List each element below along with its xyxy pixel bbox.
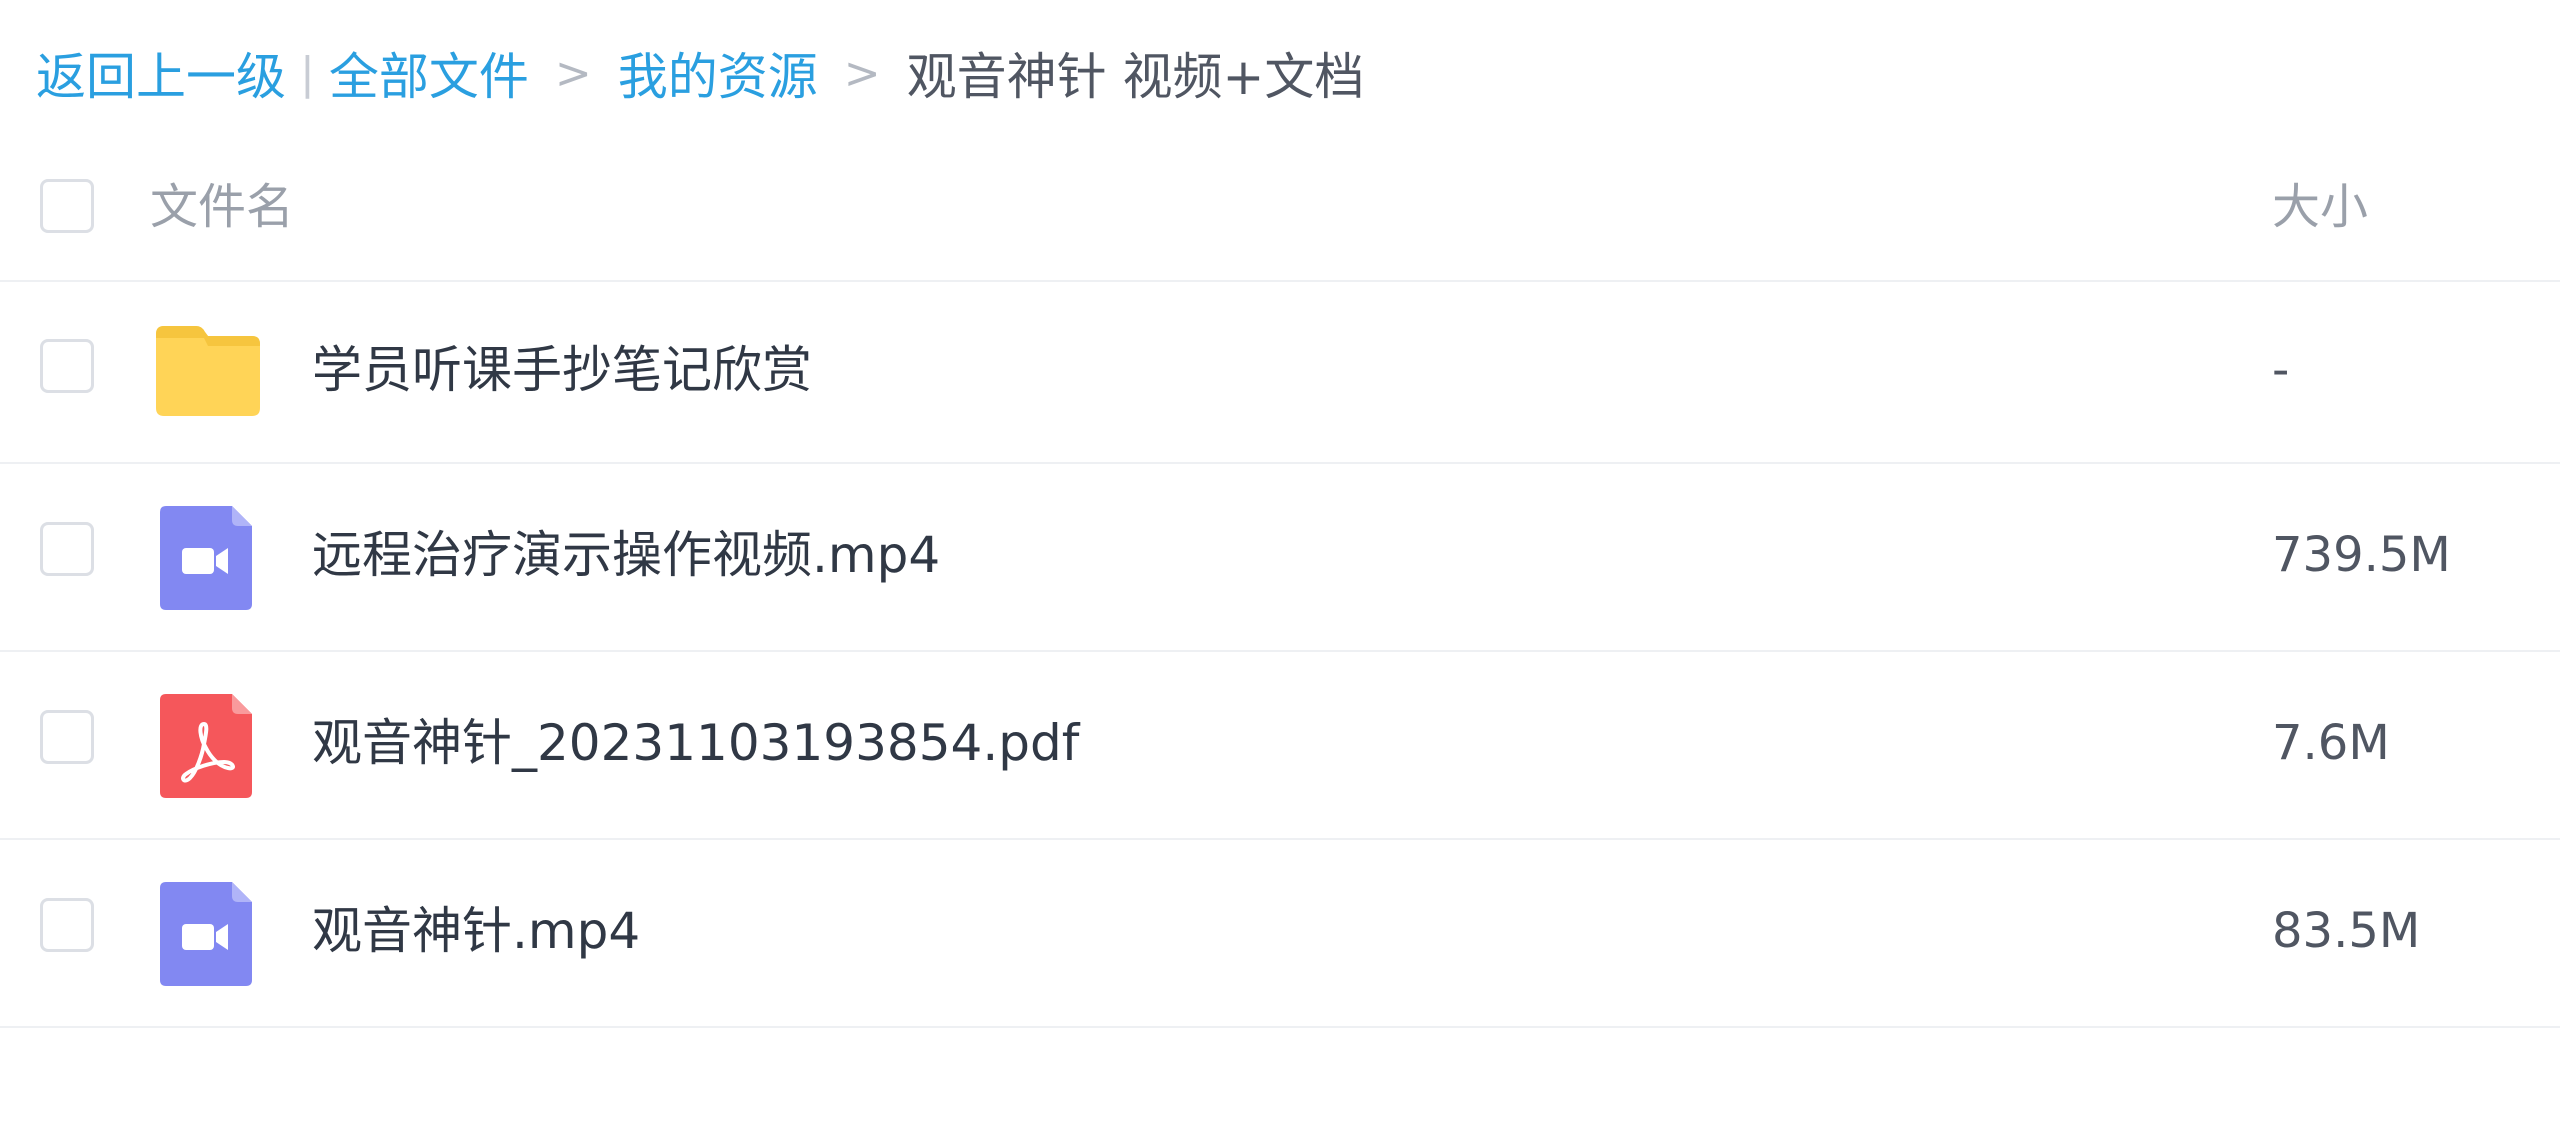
file-row[interactable]: 学员听课手抄笔记欣赏 -: [0, 282, 2560, 464]
file-size: 739.5M: [2272, 527, 2451, 583]
video-file-icon: [152, 506, 264, 610]
breadcrumb-current: 观音神针 视频+文档: [906, 48, 1365, 106]
file-row[interactable]: 观音神针.mp4 83.5M: [0, 840, 2560, 1028]
file-size: 83.5M: [2272, 903, 2421, 959]
column-header-size[interactable]: 大小: [2272, 172, 2368, 242]
video-file-icon: [152, 882, 264, 986]
file-browser: 返回上一级 | 全部文件 > 我的资源 > 观音神针 视频+文档 文件名 大小 …: [0, 0, 2560, 1131]
breadcrumb-separator: >: [554, 47, 592, 99]
column-header-name[interactable]: 文件名: [150, 172, 294, 242]
file-name[interactable]: 远程治疗演示操作视频.mp4: [312, 520, 940, 590]
breadcrumb: 返回上一级 | 全部文件 > 我的资源 > 观音神针 视频+文档: [36, 38, 1364, 108]
breadcrumb-separator: >: [843, 47, 881, 99]
pdf-file-icon: [152, 694, 264, 798]
select-all-checkbox[interactable]: [40, 179, 94, 233]
file-row[interactable]: 观音神针_20231103193854.pdf 7.6M: [0, 652, 2560, 840]
row-checkbox[interactable]: [40, 522, 94, 576]
breadcrumb-my-resources[interactable]: 我的资源: [618, 37, 818, 109]
file-name[interactable]: 观音神针.mp4: [312, 896, 640, 966]
file-list: 学员听课手抄笔记欣赏 - 远程治疗演示操作视频.mp4 739.5M 观音神针_…: [0, 282, 2560, 1028]
file-row[interactable]: 远程治疗演示操作视频.mp4 739.5M: [0, 464, 2560, 652]
row-checkbox[interactable]: [40, 710, 94, 764]
breadcrumb-divider: |: [300, 47, 315, 99]
file-name[interactable]: 学员听课手抄笔记欣赏: [312, 335, 812, 405]
file-size: 7.6M: [2272, 715, 2390, 771]
file-list-header: 文件名 大小: [0, 140, 2560, 282]
breadcrumb-all-files[interactable]: 全部文件: [329, 37, 529, 109]
file-name[interactable]: 观音神针_20231103193854.pdf: [312, 708, 1079, 778]
back-link[interactable]: 返回上一级: [36, 37, 286, 109]
row-checkbox[interactable]: [40, 339, 94, 393]
folder-icon: [152, 320, 264, 424]
row-checkbox[interactable]: [40, 898, 94, 952]
file-size: -: [2272, 342, 2290, 398]
